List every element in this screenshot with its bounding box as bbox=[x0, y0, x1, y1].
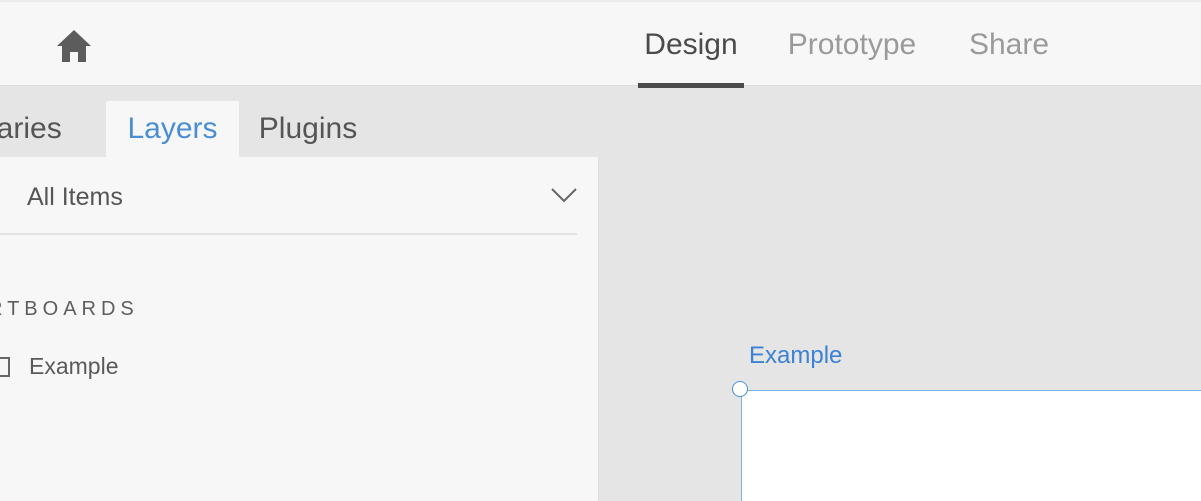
tab-share[interactable]: Share bbox=[962, 2, 1056, 88]
filter-value: All Items bbox=[27, 183, 123, 211]
section-heading-artboards: RTBOARDS bbox=[0, 298, 139, 320]
home-button[interactable] bbox=[54, 26, 94, 66]
artboard-title[interactable]: Example bbox=[749, 342, 842, 370]
tab-libraries[interactable]: braries bbox=[0, 101, 104, 157]
tab-plugins[interactable]: Plugins bbox=[246, 101, 370, 157]
layer-filter-select[interactable]: All Items bbox=[0, 157, 577, 235]
chevron-down-icon bbox=[551, 188, 577, 203]
layers-panel: All Items RTBOARDS Example bbox=[0, 157, 599, 501]
tab-design[interactable]: Design bbox=[638, 2, 744, 88]
tab-prototype[interactable]: Prototype bbox=[778, 2, 926, 88]
layer-item[interactable]: Example bbox=[0, 347, 488, 385]
layer-item-label: Example bbox=[29, 352, 119, 379]
artboard-icon bbox=[0, 357, 10, 377]
tab-layers[interactable]: Layers bbox=[106, 101, 239, 157]
resize-handle[interactable] bbox=[732, 381, 748, 397]
home-icon bbox=[57, 30, 91, 62]
top-toolbar: Design Prototype Share bbox=[0, 0, 1201, 88]
artboard[interactable] bbox=[741, 390, 1201, 501]
